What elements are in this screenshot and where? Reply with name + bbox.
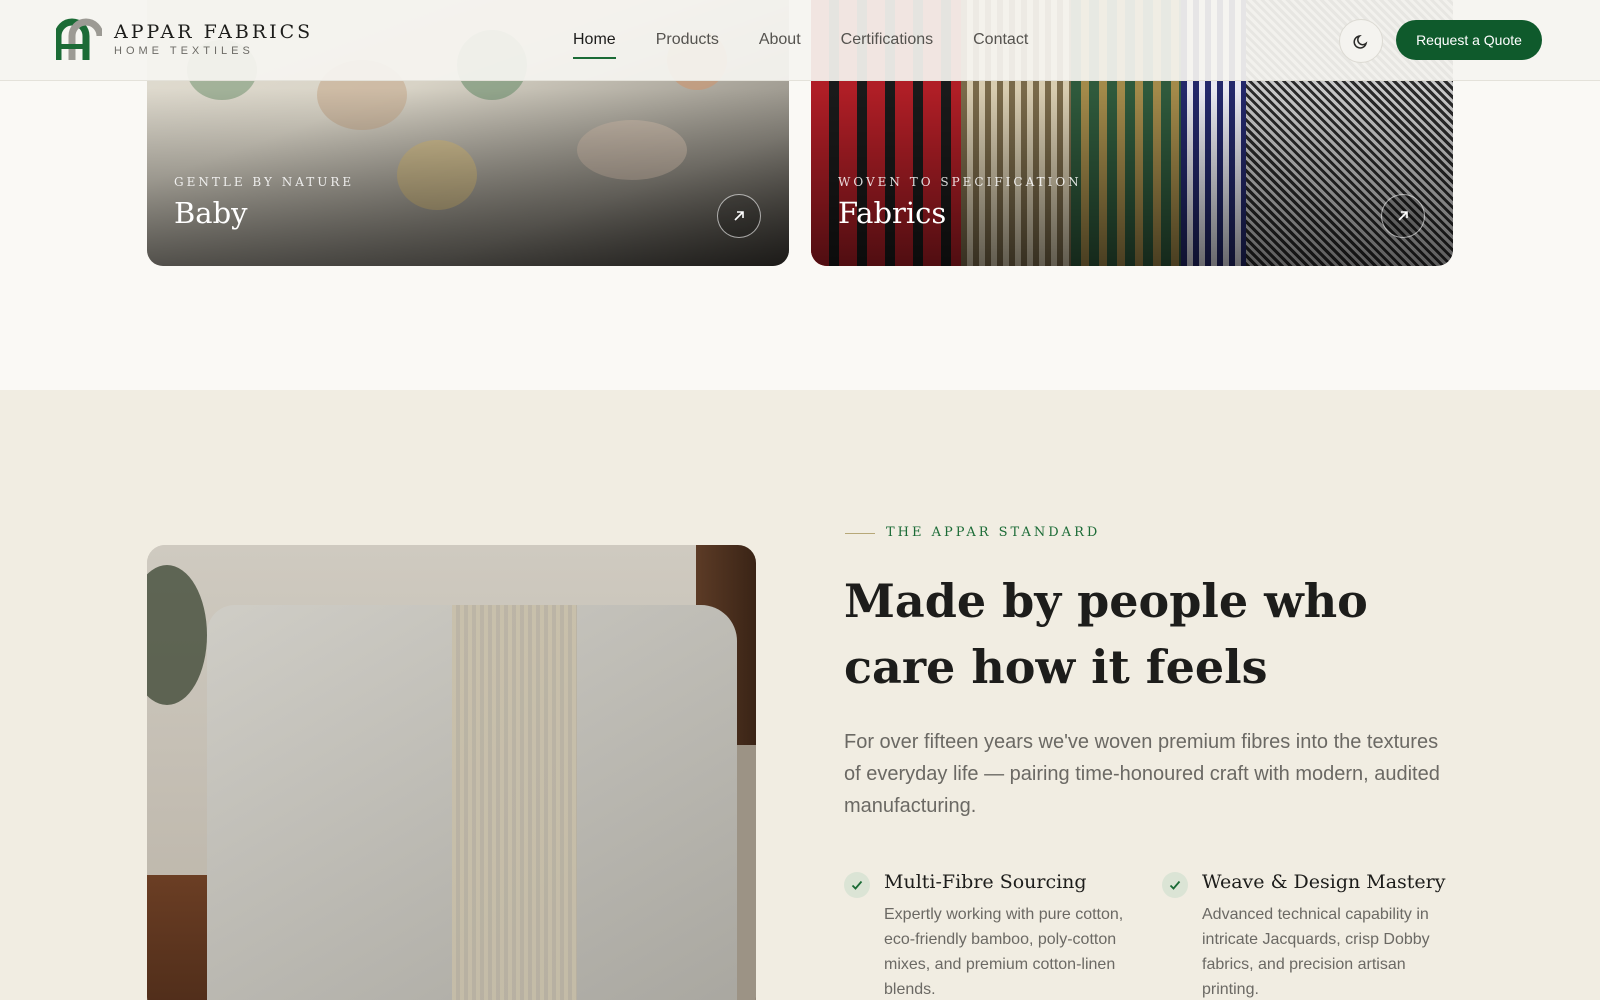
card-eyebrow: GENTLE BY NATURE <box>174 175 355 189</box>
brand-tagline: HOME TEXTILES <box>114 45 254 57</box>
card-eyebrow: WOVEN TO SPECIFICATION <box>838 175 1082 189</box>
request-quote-button[interactable]: Request a Quote <box>1396 20 1542 60</box>
feature-description: Expertly working with pure cotton, eco-f… <box>884 906 1124 998</box>
feature-title: Weave & Design Mastery <box>1202 871 1446 893</box>
logo-mark-icon <box>56 18 102 60</box>
section-headline: Made by people who care how it feels <box>844 574 1368 694</box>
main-nav: Home Products About Certifications Conta… <box>573 30 1068 59</box>
feature-description: Advanced technical capability in intrica… <box>1202 906 1430 998</box>
moon-icon <box>1353 34 1368 49</box>
arrow-up-right-icon[interactable] <box>1381 194 1425 238</box>
section-eyebrow: THE APPAR STANDARD <box>886 525 1101 540</box>
standard-section: THE APPAR STANDARD Made by people who ca… <box>0 390 1600 1000</box>
site-header: APPAR FABRICS HOME TEXTILES Home Product… <box>0 0 1600 81</box>
pillow-photo <box>147 545 756 1000</box>
arrow-up-right-icon[interactable] <box>717 194 761 238</box>
feature-title: Multi-Fibre Sourcing <box>884 871 1087 893</box>
card-title: Fabrics <box>838 196 947 230</box>
nav-products[interactable]: Products <box>656 30 719 50</box>
check-icon <box>844 872 870 898</box>
theme-toggle-button[interactable] <box>1339 19 1383 63</box>
card-title: Baby <box>174 196 248 230</box>
brand-name: APPAR FABRICS <box>114 21 314 43</box>
nav-about[interactable]: About <box>759 30 801 50</box>
nav-contact[interactable]: Contact <box>973 30 1028 50</box>
feature-item: Multi-Fibre Sourcing Expertly working wi… <box>844 868 1134 1000</box>
nav-home[interactable]: Home <box>573 30 616 59</box>
brand-logo[interactable]: APPAR FABRICS HOME TEXTILES <box>56 18 313 62</box>
section-intro: For over fifteen years we've woven premi… <box>844 731 1440 817</box>
eyebrow-divider <box>845 533 875 534</box>
check-icon <box>1162 872 1188 898</box>
feature-item: Weave & Design Mastery Advanced technica… <box>1162 868 1452 1000</box>
nav-certifications[interactable]: Certifications <box>841 30 933 50</box>
